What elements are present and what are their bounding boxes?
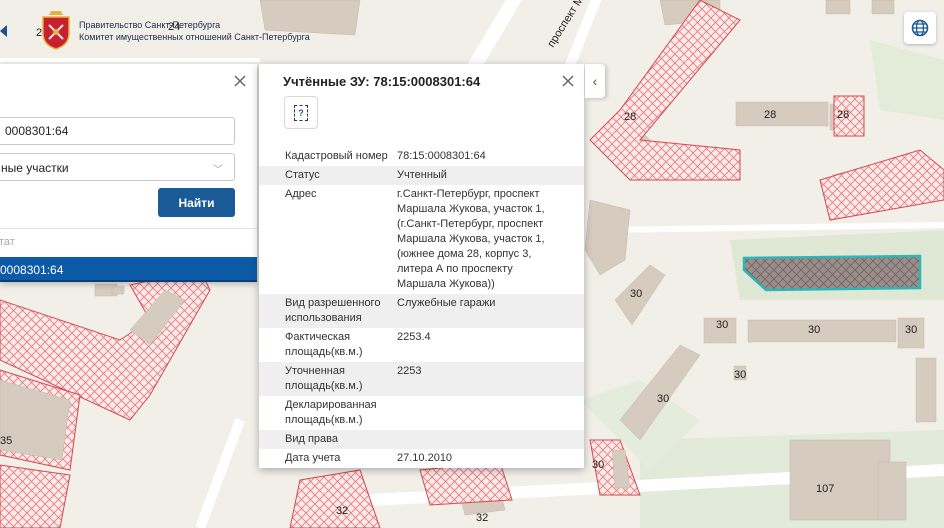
attr-key: Дата учета xyxy=(285,452,341,464)
attr-value xyxy=(397,398,557,428)
divider xyxy=(0,228,257,229)
house-number: 30 xyxy=(905,324,917,336)
government-label: Правительство Санкт-Петербурга xyxy=(79,20,221,30)
attr-key: Декларированная площадь(кв.м.) xyxy=(285,399,377,426)
table-row: Декларированная площадь(кв.м.) xyxy=(259,396,584,430)
results-header: тат xyxy=(0,236,15,248)
house-number: 35 xyxy=(0,435,12,447)
table-row: Кадастровый номер 78:15:0008301:64 xyxy=(259,147,584,166)
house-number: 28 xyxy=(764,109,776,121)
house-number: 30 xyxy=(808,324,820,336)
coat-of-arms-icon xyxy=(42,11,70,50)
search-panel: 0008301:64 ные участки ﹀ Найти тат 00083… xyxy=(0,64,257,282)
house-number: 30 xyxy=(716,319,728,331)
close-icon[interactable] xyxy=(232,73,248,89)
attr-key: Фактическая площадь(кв.м.) xyxy=(285,331,363,358)
parcel-info-panel: Учтённые ЗУ: 78:15:0008301:64 ? Кадастро… xyxy=(259,64,584,468)
parcel-type-button[interactable]: ? xyxy=(284,96,318,129)
menu-chevron-icon[interactable] xyxy=(0,25,7,37)
table-row: Дата учета 27.10.2010 xyxy=(259,449,584,468)
result-item[interactable]: 0008301:64 xyxy=(0,257,257,282)
committee-label: Комитет имущественных отношений Санкт-Пе… xyxy=(79,32,310,42)
house-number: 32 xyxy=(336,505,348,517)
cadastral-number-input[interactable]: 0008301:64 xyxy=(0,117,235,145)
attr-key: Адрес xyxy=(285,188,317,200)
chevron-down-icon: ﹀ xyxy=(213,165,223,176)
table-row: Статус Учтенный xyxy=(259,166,584,185)
house-number: 30 xyxy=(734,369,746,381)
attr-value xyxy=(397,432,557,447)
house-number: 28 xyxy=(837,109,849,121)
attr-value: г.Санкт-Петербург, проспект Маршала Жуко… xyxy=(397,188,545,290)
attr-value: 2253.4 xyxy=(397,331,431,343)
house-number: 30 xyxy=(630,288,642,300)
table-row: Вид права xyxy=(259,430,584,449)
attr-value: 78:15:0008301:64 xyxy=(397,150,486,162)
attr-key: Статус xyxy=(285,169,320,181)
collapse-panel-button[interactable]: ‹ xyxy=(585,64,605,98)
attr-value: Служебные гаражи xyxy=(397,297,496,309)
close-icon[interactable] xyxy=(561,74,575,88)
attr-value: 27.10.2010 xyxy=(397,452,453,464)
header-brand[interactable]: Правительство Санкт-Петербурга Комитет и… xyxy=(0,8,310,54)
attr-key: Вид разрешенного использования xyxy=(285,297,381,324)
chevron-left-icon: ‹ xyxy=(592,73,598,89)
house-number: 28 xyxy=(624,111,636,123)
table-row: Уточненная площадь(кв.м.) 2253 xyxy=(259,362,584,396)
attr-key: Вид права xyxy=(285,433,338,445)
table-row: Фактическая площадь(кв.м.) 2253.4 xyxy=(259,328,584,362)
house-number: 30 xyxy=(657,393,669,405)
attr-value: Учтенный xyxy=(397,169,447,181)
globe-icon xyxy=(911,19,929,37)
house-number: 107 xyxy=(816,483,834,495)
table-row: Вид разрешенного использования Служебные… xyxy=(259,294,584,328)
attr-key: Уточненная площадь(кв.м.) xyxy=(285,365,363,392)
find-button[interactable]: Найти xyxy=(158,188,235,217)
language-button[interactable] xyxy=(904,12,936,44)
parcel-icon: ? xyxy=(294,104,308,121)
select-value: ные участки xyxy=(1,161,69,175)
panel-title: Учтённые ЗУ: 78:15:0008301:64 xyxy=(283,74,481,89)
attr-value: 2253 xyxy=(397,365,422,377)
house-number: 32 xyxy=(476,512,488,524)
house-number: 30 xyxy=(592,459,604,471)
object-type-select[interactable]: ные участки ﹀ xyxy=(0,153,235,181)
table-row: Адрес г.Санкт-Петербург, проспект Маршал… xyxy=(259,185,584,294)
brand-text: Правительство Санкт-Петербурга Комитет и… xyxy=(79,19,310,43)
attr-key: Кадастровый номер xyxy=(285,150,388,162)
attribute-table: Кадастровый номер 78:15:0008301:64 Стату… xyxy=(259,147,584,468)
